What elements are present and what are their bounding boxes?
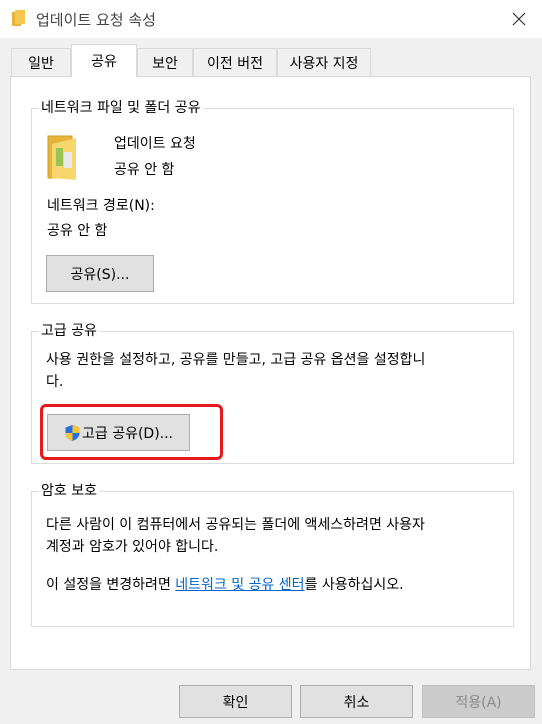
password-line3-suffix: 를 사용하십시오. [304,577,404,593]
cancel-button[interactable]: 취소 [300,685,413,718]
close-icon [512,12,526,26]
password-description-line2: 계정과 암호가 있어야 합니다. [46,539,219,555]
share-status: 공유 안 함 [114,162,175,178]
tab-security[interactable]: 보안 [137,48,193,76]
password-protection-group: 암호 보호 [31,482,514,627]
network-path-value: 공유 안 함 [47,223,108,239]
tab-customize[interactable]: 사용자 지정 [277,48,371,76]
advanced-share-description-line1: 사용 권한을 설정하고, 공유를 만들고, 고급 공유 옵션을 설정합니 [46,352,426,368]
network-path-label: 네트워크 경로(N): [47,198,155,214]
password-description-line3: 이 설정을 변경하려면 네트워크 및 공유 센터를 사용하십시오. [46,575,404,595]
title-bar: 업데이트 요청 속성 [0,0,542,38]
highlight-box [40,404,223,460]
advanced-share-description-line2: 다. [46,374,64,390]
network-sharing-center-link[interactable]: 네트워크 및 공유 센터 [175,577,304,593]
tab-general[interactable]: 일반 [11,48,71,76]
advanced-share-group-title: 고급 공유 [38,322,100,340]
network-share-group-title: 네트워크 파일 및 폴더 공유 [38,99,204,117]
ok-button[interactable]: 확인 [179,685,292,718]
shared-folder-icon [47,135,76,180]
share-button[interactable]: 공유(S)... [46,255,154,292]
password-line3-prefix: 이 설정을 변경하려면 [46,577,176,593]
tab-previous-versions[interactable]: 이전 버전 [193,48,277,76]
window-title: 업데이트 요청 속성 [36,11,156,29]
password-description-line1: 다른 사람이 이 컴퓨터에서 공유되는 폴더에 액세스하려면 사용자 [46,517,425,533]
folder-name: 업데이트 요청 [114,136,196,152]
password-protection-group-title: 암호 보호 [38,482,100,500]
folder-icon [12,10,25,26]
tab-sharing[interactable]: 공유 [71,44,137,77]
close-button[interactable] [496,0,542,38]
apply-button[interactable]: 적용(A) [422,685,535,718]
